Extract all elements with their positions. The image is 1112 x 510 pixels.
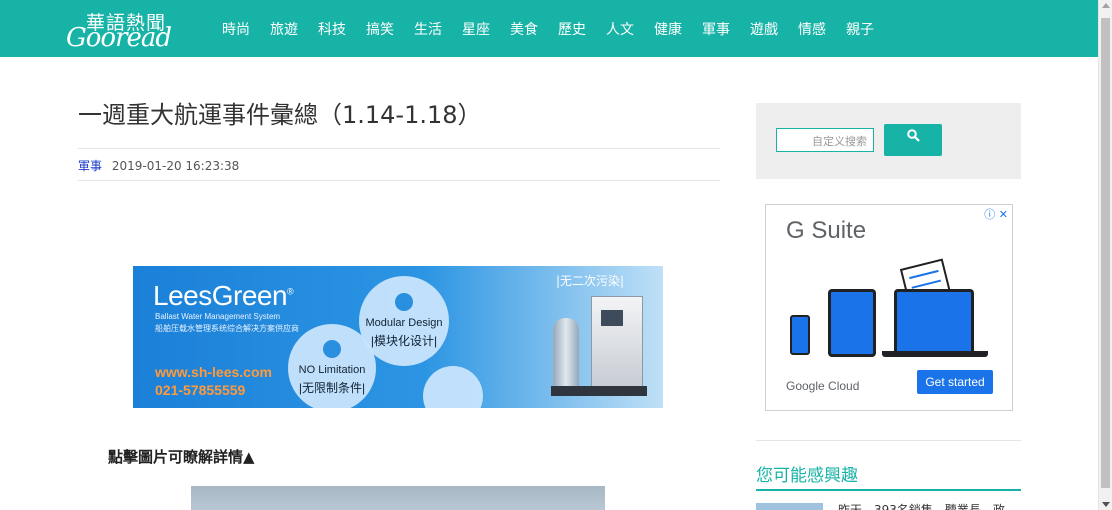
machine-base — [551, 386, 647, 396]
phone-icon — [790, 315, 810, 355]
scrollbar-thumb[interactable] — [1101, 18, 1110, 488]
laptop-icon — [894, 289, 974, 351]
nav-item-history[interactable]: 歷史 — [558, 19, 586, 39]
article-meta: 軍事 2019-01-20 16:23:38 — [78, 157, 239, 174]
nav-item-tech[interactable]: 科技 — [318, 19, 346, 39]
main-nav: 時尚 旅遊 科技 搞笑 生活 星座 美食 歷史 人文 健康 軍事 遊戲 情感 親… — [222, 0, 894, 57]
meta-divider — [78, 180, 720, 181]
target-icon — [323, 340, 341, 358]
leesgreen-banner-ad[interactable]: LeesGreen® Ballast Water Management Syst… — [133, 266, 663, 408]
bubble1-cn: |模块化设计| — [370, 334, 438, 348]
bubble1-en: Modular Design — [365, 317, 443, 329]
ad-brand: Google Cloud — [786, 379, 860, 393]
article-title: 一週重大航運事件彙總（1.14-1.18） — [78, 101, 482, 129]
banner-website: www.sh-lees.com — [155, 364, 272, 380]
ad-title: G Suite — [786, 217, 867, 244]
nav-item-life[interactable]: 生活 — [414, 19, 442, 39]
ad-choices-icon[interactable]: ⓘ ✕ — [984, 206, 1008, 222]
search-button[interactable] — [884, 124, 942, 156]
gsuite-ad[interactable]: G Suite ⓘ ✕ Google Cloud Get started — [765, 204, 1013, 411]
logo-en: Gooread — [66, 23, 172, 53]
interest-divider — [756, 440, 1021, 441]
banner-registered-mark: ® — [287, 286, 294, 297]
bubble2-cn: |无限制条件| — [298, 381, 366, 395]
decorative-bubble — [423, 366, 483, 408]
search-widget: 自定义搜索 — [756, 103, 1021, 179]
bubble2-en: NO Limitation — [298, 364, 366, 376]
modular-icon — [395, 293, 413, 311]
nav-item-culture[interactable]: 人文 — [606, 19, 634, 39]
machine-tank — [553, 318, 579, 388]
nav-item-travel[interactable]: 旅遊 — [270, 19, 298, 39]
laptop-base — [882, 351, 988, 357]
nav-item-horoscope[interactable]: 星座 — [462, 19, 490, 39]
nav-item-food[interactable]: 美食 — [510, 19, 538, 39]
banner-phone: 021-57855559 — [155, 382, 246, 398]
search-icon — [906, 129, 920, 142]
banner-subtitle-cn: 船舶压载水管理系统综合解决方案供应商 — [155, 324, 299, 333]
site-logo[interactable]: 華語熱聞 Gooread — [66, 8, 194, 53]
get-started-button[interactable]: Get started — [917, 370, 993, 394]
site-header: 華語熱聞 Gooread 時尚 旅遊 科技 搞笑 生活 星座 美食 歷史 人文 … — [0, 0, 1098, 57]
nav-item-emotion[interactable]: 情感 — [798, 19, 826, 39]
ballast-machine-image — [551, 296, 651, 402]
banner-subtitle-en: Ballast Water Management System — [155, 312, 281, 321]
page-scrollbar[interactable] — [1098, 0, 1112, 510]
interest-underline — [756, 489, 1021, 491]
scroll-up-arrow-icon[interactable] — [1102, 3, 1110, 8]
tablet-icon — [828, 289, 876, 357]
interest-section-title: 您可能感興趣 — [756, 466, 858, 486]
interest-thumbnail[interactable] — [756, 503, 823, 510]
nav-item-funny[interactable]: 搞笑 — [366, 19, 394, 39]
search-input[interactable]: 自定义搜索 — [776, 128, 874, 152]
nav-item-military[interactable]: 軍事 — [702, 19, 730, 39]
title-divider — [78, 148, 720, 149]
nav-item-health[interactable]: 健康 — [654, 19, 682, 39]
article-image[interactable] — [191, 486, 605, 510]
no-limitation-bubble: NO Limitation |无限制条件| — [288, 324, 376, 408]
nav-item-fashion[interactable]: 時尚 — [222, 19, 250, 39]
nav-item-parenting[interactable]: 親子 — [846, 19, 874, 39]
article-timestamp: 2019-01-20 16:23:38 — [111, 159, 240, 173]
article-category-link[interactable]: 軍事 — [78, 159, 102, 173]
scroll-down-arrow-icon[interactable] — [1102, 502, 1110, 507]
interest-item-title[interactable]: 昨天，393名銷售，聽業長，政 — [838, 502, 1022, 510]
machine-screen — [601, 310, 623, 326]
nav-item-games[interactable]: 遊戲 — [750, 19, 778, 39]
banner-brand-text: LeesGreen — [153, 280, 288, 311]
banner-badge: |无二次污染| — [556, 274, 625, 288]
image-caption: 點擊圖片可瞭解詳情▲ — [108, 448, 255, 466]
banner-brand: LeesGreen® — [153, 280, 294, 312]
